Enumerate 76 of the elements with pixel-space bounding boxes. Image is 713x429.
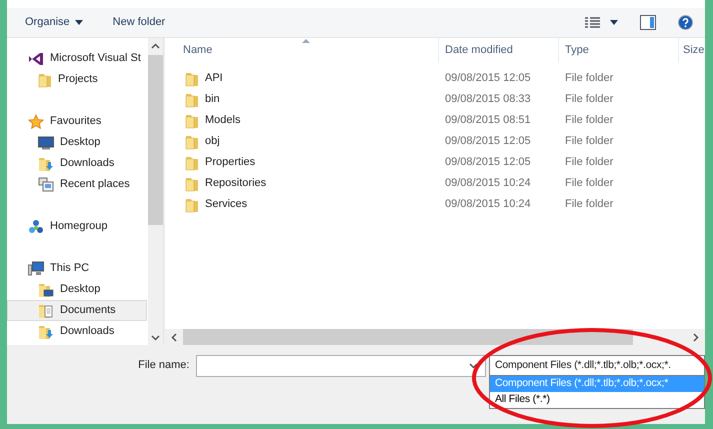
nav-item[interactable]: Favourites <box>7 111 147 132</box>
sort-arrow-icon <box>302 39 310 43</box>
file-name-label: File name: <box>137 358 190 374</box>
preview-pane-button[interactable] <box>640 15 656 30</box>
chevron-down-icon <box>469 363 478 369</box>
star-icon <box>28 114 44 130</box>
nav-item[interactable]: Recent places <box>7 174 147 195</box>
date-cell-text: 09/08/2015 08:51 <box>444 113 532 128</box>
nav-item[interactable]: Desktop <box>7 279 147 300</box>
scroll-left-icon <box>171 332 177 342</box>
column-header[interactable]: Name <box>165 38 438 63</box>
file-name-cell[interactable]: Properties <box>205 154 256 171</box>
file-name-cell[interactable]: Repositories <box>205 175 266 192</box>
caret-icon <box>74 20 83 25</box>
date-cell-text: 09/08/2015 10:24 <box>444 176 532 192</box>
new-folder-button[interactable]: New folder <box>112 14 166 31</box>
nav-item[interactable]: Downloads <box>7 153 147 174</box>
homegroup-icon <box>28 218 44 234</box>
nav-item[interactable]: Microsoft Visual St <box>7 48 147 69</box>
column-header[interactable]: Size <box>678 38 705 63</box>
downloads-folder-icon <box>38 324 54 340</box>
file-name-cell[interactable]: API <box>205 70 223 87</box>
date-cell-text: 09/08/2015 12:05 <box>444 155 532 170</box>
column-header[interactable]: Date modified <box>438 38 558 63</box>
scroll-down-icon <box>151 335 160 341</box>
folder-icon <box>185 176 199 192</box>
documents-folder-icon <box>38 302 54 318</box>
type-cell-text: File folder <box>564 155 614 170</box>
caret-icon <box>610 20 618 25</box>
recent-places-icon <box>38 176 54 192</box>
view-options-button[interactable] <box>585 16 618 28</box>
type-cell-text: File folder <box>564 71 614 86</box>
nav-item[interactable]: This PC <box>7 258 147 279</box>
date-cell-text: 09/08/2015 12:05 <box>444 71 532 86</box>
folder-icon <box>38 72 52 88</box>
type-cell-text: File folder <box>564 197 614 212</box>
date-cell-text: 09/08/2015 12:05 <box>444 134 532 150</box>
type-cell-text: File folder <box>564 176 614 192</box>
downloads-folder-icon <box>38 156 54 172</box>
desktop-folder-icon <box>38 282 54 298</box>
file-name-cell[interactable]: bin <box>205 91 220 108</box>
horizontal-scrollbar[interactable] <box>165 329 705 345</box>
file-name-cell[interactable]: Services <box>205 196 248 213</box>
scrollbar-thumb[interactable] <box>183 329 633 345</box>
folder-icon <box>185 70 199 86</box>
nav-item[interactable]: Desktop <box>7 132 147 153</box>
preview-pane-icon <box>640 15 656 30</box>
file-name-cell[interactable]: obj <box>205 133 220 150</box>
organise-button[interactable]: Organise <box>25 14 83 31</box>
folder-icon <box>185 92 199 108</box>
scroll-right-icon <box>693 332 699 342</box>
folder-icon <box>185 134 199 150</box>
file-type-dropdown[interactable]: Component Files (*.dll;*.tlb;*.olb;*.ocx;*. <box>489 355 705 376</box>
scrollbar-thumb[interactable] <box>148 55 163 225</box>
file-name-cell[interactable]: Models <box>205 112 240 129</box>
list-view-icon <box>585 16 600 28</box>
folder-icon <box>185 196 199 212</box>
type-cell-text: File folder <box>564 113 614 128</box>
folder-icon <box>185 112 199 128</box>
help-button[interactable] <box>678 15 693 30</box>
column-header[interactable]: Type <box>558 38 678 63</box>
date-cell-text: 09/08/2015 08:33 <box>444 92 532 108</box>
type-cell-text: File folder <box>564 92 614 108</box>
nav-item[interactable]: Downloads <box>7 321 147 342</box>
nav-item[interactable]: Projects <box>7 69 147 90</box>
computer-icon <box>28 261 44 276</box>
nav-item[interactable]: Homegroup <box>7 216 147 237</box>
file-name-field[interactable] <box>196 355 486 377</box>
monitor-icon <box>38 136 54 150</box>
logo-icon <box>28 52 44 66</box>
type-cell-text: File folder <box>564 134 614 150</box>
vertical-scrollbar[interactable] <box>148 38 163 345</box>
scroll-up-icon <box>151 43 160 49</box>
folder-icon <box>185 154 199 170</box>
date-cell-text: 09/08/2015 10:24 <box>444 197 532 212</box>
nav-item[interactable]: Documents <box>7 300 147 321</box>
